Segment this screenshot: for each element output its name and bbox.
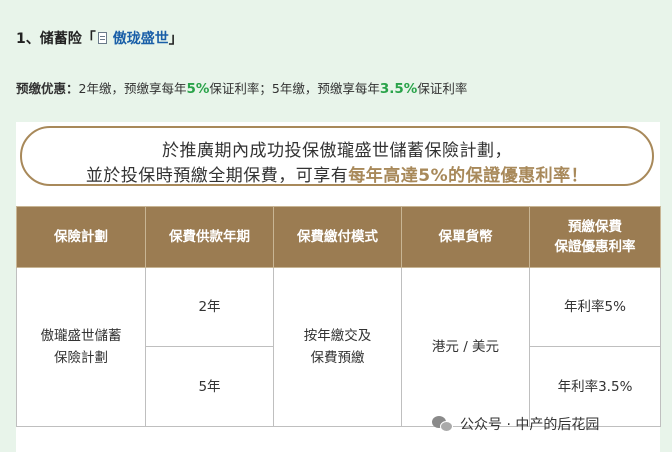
payment-mode-line-2: 保費預繳 bbox=[310, 350, 365, 366]
table-header-row: 保險計劃 保費供款年期 保費繳付模式 保單貨幣 預繳保費 保證優惠利率 bbox=[16, 206, 661, 268]
term-cell: 5年 bbox=[145, 346, 274, 427]
promo-image-card: 於推廣期內成功投保傲瓏盛世儲蓄保險計劃， 並於投保時預繳全期保費，可享有每年高達… bbox=[16, 122, 661, 452]
term-cell: 2年 bbox=[145, 267, 274, 347]
header-rate-line-1: 預繳保費 bbox=[568, 219, 622, 235]
plan-name-cell: 傲瓏盛世儲蓄 保險計劃 bbox=[16, 267, 146, 427]
header-currency: 保單貨幣 bbox=[401, 206, 530, 268]
header-payment-mode: 保費繳付模式 bbox=[273, 206, 402, 268]
header-plan: 保險計劃 bbox=[16, 206, 146, 268]
watermark-text: 公众号 · 中产的后花园 bbox=[460, 417, 600, 433]
promo-rate-1: 5% bbox=[186, 81, 210, 97]
promo-text-2: 保证利率；5年缴，预缴享每年 bbox=[209, 81, 380, 96]
promo-rate-2: 3.5% bbox=[379, 81, 418, 97]
document-icon bbox=[97, 32, 107, 44]
header-term: 保費供款年期 bbox=[145, 206, 274, 268]
plan-table: 保險計劃 保費供款年期 保費繳付模式 保單貨幣 預繳保費 保證優惠利率 傲瓏盛世… bbox=[16, 206, 661, 427]
section-title-suffix: 」 bbox=[168, 31, 183, 47]
rate-cell: 年利率5% bbox=[529, 267, 661, 347]
header-rate: 預繳保費 保證優惠利率 bbox=[529, 206, 661, 268]
promo-text-3: 保证利率 bbox=[417, 81, 468, 96]
banner-line-2-prefix: 並於投保時預繳全期保費，可享有 bbox=[85, 166, 349, 186]
banner-line-2-accent: 每年高達5%的保證優惠利率！ bbox=[348, 166, 589, 186]
header-rate-line-2: 保證優惠利率 bbox=[554, 239, 636, 255]
plan-name-line-2: 保險計劃 bbox=[54, 350, 108, 366]
section-title: 1、储蓄险「 傲珑盛世 」 bbox=[16, 28, 183, 48]
banner-line-1: 於推廣期內成功投保傲瓏盛世儲蓄保險計劃， bbox=[162, 141, 512, 161]
payment-mode-cell: 按年繳交及 保費預繳 bbox=[273, 267, 402, 427]
currency-cell: 港元 / 美元 bbox=[401, 267, 530, 427]
product-link[interactable]: 傲珑盛世 bbox=[113, 28, 169, 48]
page: 1、储蓄险「 傲珑盛世 」 预缴优惠：2年缴，预缴享每年5%保证利率；5年缴，预… bbox=[0, 0, 672, 452]
watermark: 公众号 · 中产的后花园 bbox=[432, 414, 599, 434]
promo-text-1: 2年缴，预缴享每年 bbox=[78, 81, 187, 96]
promo-line: 预缴优惠：2年缴，预缴享每年5%保证利率；5年缴，预缴享每年3.5%保证利率 bbox=[16, 78, 467, 97]
table-row: 傲瓏盛世儲蓄 保險計劃 2年 按年繳交及 保費預繳 港元 / 美元 年利率5% bbox=[16, 267, 661, 427]
plan-name-line-1: 傲瓏盛世儲蓄 bbox=[40, 328, 122, 344]
banner-line-2: 並於投保時預繳全期保費，可享有每年高達5%的保證優惠利率！ bbox=[22, 161, 652, 186]
section-title-prefix: 1、储蓄险「 bbox=[16, 31, 96, 47]
promo-banner: 於推廣期內成功投保傲瓏盛世儲蓄保險計劃， 並於投保時預繳全期保費，可享有每年高達… bbox=[20, 126, 654, 186]
payment-mode-line-1: 按年繳交及 bbox=[303, 328, 372, 344]
wechat-icon bbox=[432, 416, 454, 432]
promo-label: 预缴优惠： bbox=[16, 81, 79, 96]
